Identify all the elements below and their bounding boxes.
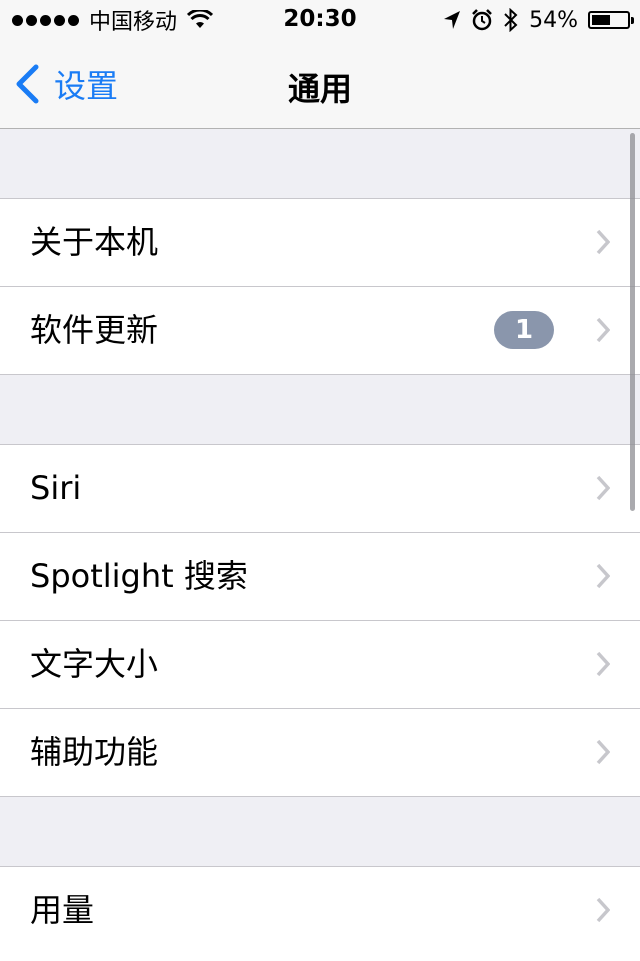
list-item-label: 辅助功能 (30, 733, 159, 771)
list-item-spotlight-search[interactable]: Spotlight 搜索 (0, 533, 640, 621)
battery-fill (592, 15, 611, 25)
list-item-software-update[interactable]: 软件更新 1 (0, 287, 640, 374)
chevron-right-icon (596, 739, 610, 765)
chevron-right-icon (596, 897, 610, 923)
carrier-name: 中国移动 (89, 10, 178, 35)
wifi-icon (187, 10, 214, 28)
settings-group-2: Siri Spotlight 搜索 文字大小 辅助功能 (0, 444, 640, 797)
battery-icon (588, 11, 634, 29)
scroll-indicator[interactable] (630, 133, 635, 511)
list-item-about[interactable]: 关于本机 (0, 199, 640, 287)
navigation-bar: 设置 通用 (0, 40, 640, 129)
chevron-right-icon (596, 651, 610, 677)
chevron-right-icon (596, 229, 610, 255)
list-item-text-size[interactable]: 文字大小 (0, 621, 640, 709)
list-item-siri[interactable]: Siri (0, 445, 640, 533)
chevron-right-icon (596, 563, 610, 589)
settings-group-1: 关于本机 软件更新 1 (0, 198, 640, 375)
list-item-label: 软件更新 (30, 311, 159, 349)
signal-dots-icon (12, 14, 79, 26)
status-right: 54% (443, 6, 634, 34)
chevron-right-icon (596, 317, 610, 343)
location-arrow-icon (444, 11, 461, 29)
status-bar: 中国移动 20:30 54% (0, 0, 640, 40)
alarm-icon (472, 9, 492, 31)
settings-group-3: 用量 (0, 866, 640, 961)
list-item-label: Spotlight 搜索 (30, 557, 248, 595)
list-item-label: 文字大小 (30, 645, 159, 683)
list-item-usage[interactable]: 用量 (0, 867, 640, 954)
battery-percent: 54% (529, 7, 578, 33)
page-title: 通用 (287, 70, 352, 108)
update-count-badge: 1 (494, 311, 554, 349)
chevron-right-icon (596, 475, 610, 501)
list-item-label: Siri (30, 469, 82, 507)
list-item-label: 用量 (30, 891, 95, 929)
bluetooth-icon (504, 8, 518, 32)
list-item-accessibility[interactable]: 辅助功能 (0, 709, 640, 796)
status-left: 中国移动 (12, 6, 214, 35)
list-item-label: 关于本机 (30, 223, 159, 261)
